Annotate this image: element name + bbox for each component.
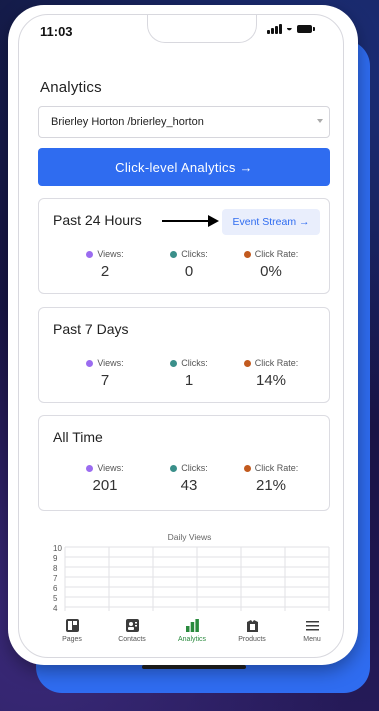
clicks-value: 43 [180,477,198,494]
views-label: Views: [97,358,124,368]
click-rate-dot-icon [243,359,251,367]
clicks-value: 1 [184,372,194,389]
menu-icon [305,621,319,631]
arrow-right-icon [208,215,219,227]
click-rate-label: Click Rate: [254,358,299,368]
click-rate-stat: Click Rate: 14% [233,358,309,389]
tab-contacts[interactable]: Contacts [102,618,162,643]
click-rate-stat: Click Rate: 0% [233,249,309,280]
page-title: Analytics [40,79,102,96]
click-rate-value: 14% [255,372,287,389]
tab-menu[interactable]: Menu [282,618,342,643]
tab-label: Analytics [177,636,206,643]
views-label: Views: [97,463,124,473]
period-title: All Time [53,429,103,445]
clicks-stat: Clicks: 43 [159,463,219,494]
contacts-icon [125,619,139,632]
clicks-label: Clicks: [181,249,208,259]
period-card-all-time: All Time Views: 201 Clicks: 43 Click Rat… [38,415,330,511]
analytics-icon [185,619,199,632]
click-level-analytics-button[interactable]: Click-level Analytics → [38,148,330,186]
views-value: 201 [92,477,118,494]
tab-pages[interactable]: Pages [42,618,102,643]
tab-label: Products [238,636,266,643]
clicks-dot-icon [170,250,178,258]
views-value: 2 [100,263,110,280]
clicks-stat: Clicks: 1 [159,358,219,389]
clicks-label: Clicks: [181,358,208,368]
views-stat: Views: 2 [75,249,135,280]
views-label: Views: [97,249,124,259]
battery-icon [296,24,315,33]
click-rate-label: Click Rate: [254,463,299,473]
period-card-7d: Past 7 Days Views: 7 Clicks: 1 Click Rat… [38,307,330,403]
views-stat: Views: 7 [75,358,135,389]
wifi-icon: ◒ [286,22,293,34]
period-title: Past 24 Hours [53,212,142,228]
chevron-down-icon [317,119,323,123]
account-select-value: Brierley Horton /brierley_horton [51,116,204,128]
clicks-label: Clicks: [181,463,208,473]
click-rate-stat: Click Rate: 21% [233,463,309,494]
views-dot-icon [86,464,94,472]
pages-icon [65,619,79,632]
clicks-dot-icon [170,464,178,472]
period-title: Past 7 Days [53,321,129,337]
clicks-dot-icon [170,359,178,367]
home-indicator [142,665,246,669]
signal-icon [267,23,282,34]
clicks-value: 0 [184,263,194,280]
click-rate-value: 0% [260,263,282,280]
tab-label: Contacts [118,636,146,643]
click-rate-label: Click Rate: [254,249,299,259]
status-icons: ◒ [267,22,315,34]
clicks-stat: Clicks: 0 [159,249,219,280]
tab-analytics[interactable]: Analytics [162,618,222,643]
account-select[interactable]: Brierley Horton /brierley_horton [38,106,330,138]
daily-views-chart [64,546,330,611]
status-time: 11:03 [40,24,73,39]
click-rate-dot-icon [243,250,251,258]
tab-products[interactable]: Products [222,618,282,643]
click-rate-value: 21% [255,477,287,494]
click-rate-dot-icon [243,464,251,472]
views-dot-icon [86,250,94,258]
tab-label: Menu [303,636,321,643]
products-icon [246,620,258,632]
annotation-arrow [162,220,212,222]
views-dot-icon [86,359,94,367]
tab-label: Pages [62,636,82,643]
event-stream-button[interactable]: Event Stream → [222,209,320,235]
phone-notch [147,15,257,43]
bottom-tab-bar: Pages Contacts Analytics Products Menu [42,618,332,648]
views-value: 7 [100,372,110,389]
views-stat: Views: 201 [75,463,135,494]
chart-title: Daily Views [167,532,212,542]
